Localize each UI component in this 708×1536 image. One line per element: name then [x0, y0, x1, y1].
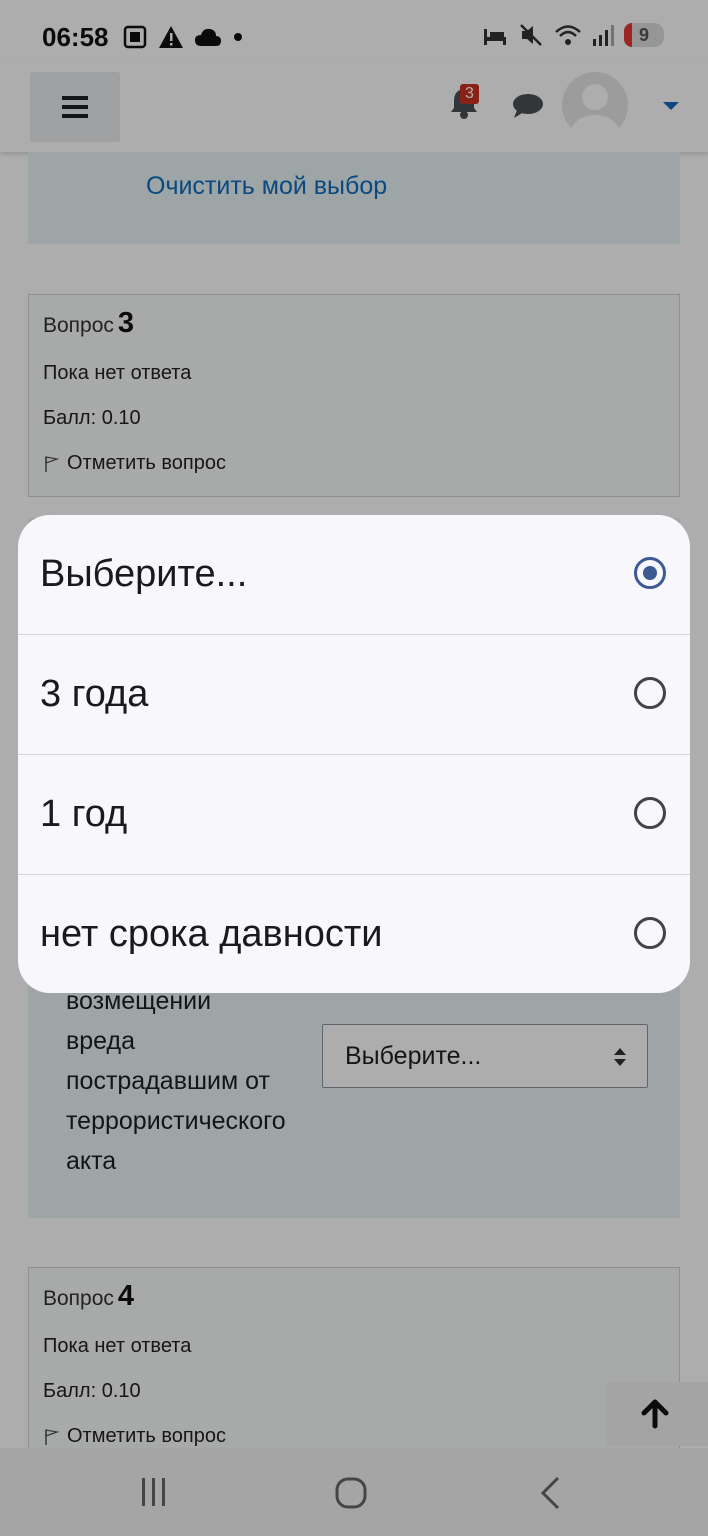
- option-label: Выберите...: [40, 553, 248, 595]
- option-label: 1 год: [40, 793, 128, 835]
- radio-unselected-icon: [634, 917, 666, 949]
- option-3-years[interactable]: 3 года: [18, 635, 690, 755]
- option-choose[interactable]: Выберите...: [18, 515, 690, 635]
- radio-unselected-icon: [634, 797, 666, 829]
- option-label: 3 года: [40, 673, 149, 715]
- radio-selected-icon: [634, 557, 666, 589]
- option-1-year[interactable]: 1 год: [18, 755, 690, 875]
- radio-unselected-icon: [634, 677, 666, 709]
- option-no-limitation[interactable]: нет срока давности: [18, 875, 690, 993]
- select-options-dialog: Выберите... 3 года 1 год нет срока давно…: [18, 515, 690, 993]
- page: 06:58 9 3 Очистить мой выбор Вопрос 3 По…: [0, 0, 708, 1536]
- option-label: нет срока давности: [40, 913, 383, 955]
